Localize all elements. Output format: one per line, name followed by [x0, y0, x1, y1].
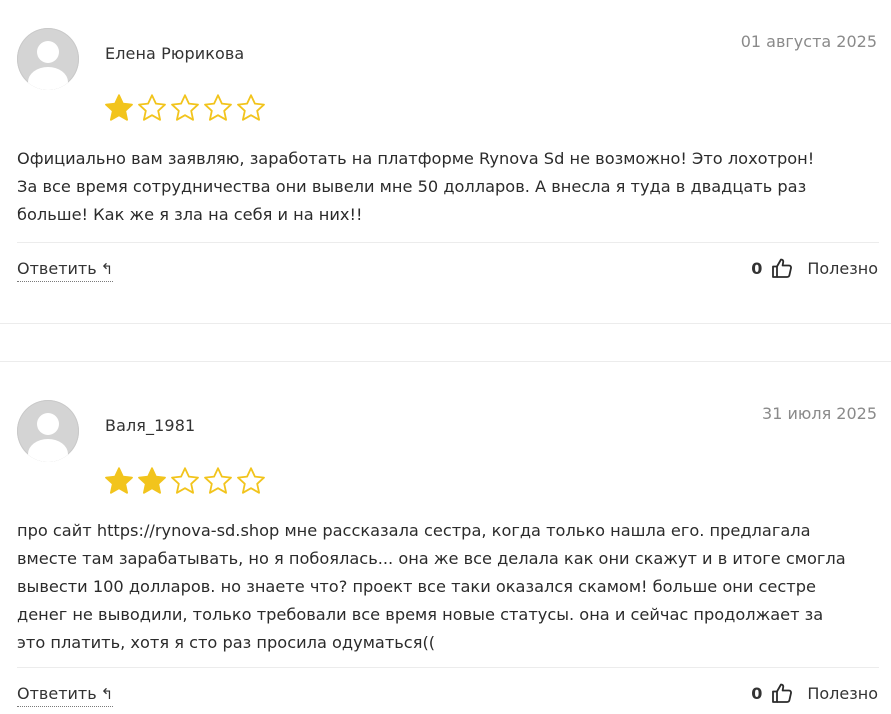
star-empty-icon: [171, 94, 199, 121]
avatar: [17, 400, 79, 462]
divider: [17, 667, 879, 668]
reply-button[interactable]: Ответить ↰: [17, 684, 114, 707]
author-name[interactable]: Валя_1981: [105, 416, 195, 435]
star-empty-icon: [237, 94, 265, 121]
star-filled-icon: [105, 94, 133, 121]
star-filled-icon: [138, 467, 166, 494]
review-text-line: это платить, хотя я сто раз просила одум…: [17, 633, 436, 652]
author-name[interactable]: Елена Рюрикова: [105, 44, 244, 63]
review-text: про сайт https://rynova-sd.shop мне расс…: [17, 517, 879, 657]
star-empty-icon: [237, 467, 265, 494]
star-empty-icon: [171, 467, 199, 494]
avatar: [17, 28, 79, 90]
thumbs-up-icon[interactable]: [770, 256, 794, 280]
star-filled-icon: [105, 467, 133, 494]
review-text: Официально вам заявляю, заработать на пл…: [17, 145, 879, 229]
star-empty-icon: [138, 94, 166, 121]
star-empty-icon: [204, 467, 232, 494]
useful-button[interactable]: Полезно: [807, 259, 878, 278]
user-placeholder-icon: [28, 413, 68, 462]
review-text-line: больше! Как же я зла на себя и на них!!: [17, 205, 363, 224]
review-card: Елена Рюрикова 01 августа 2025 Официальн…: [0, 0, 891, 323]
rating-stars: [104, 93, 266, 123]
review-text-line: Официально вам заявляю, заработать на пл…: [17, 149, 815, 168]
star-empty-icon: [204, 94, 232, 121]
review-date: 01 августа 2025: [740, 32, 877, 51]
reply-button[interactable]: Ответить ↰: [17, 259, 114, 282]
section-separator: [0, 323, 891, 324]
thumbs-up-icon[interactable]: [770, 681, 794, 705]
review-text-line: За все время сотрудничества они вывели м…: [17, 177, 807, 196]
review-text-line: вместе там зарабатывать, но я побоялась.…: [17, 549, 846, 568]
review-text-line: денег не выводили, только требовали все …: [17, 605, 824, 624]
useful-count: 0: [751, 683, 763, 703]
useful-vote: 0 Полезно: [751, 681, 878, 705]
reply-arrow-icon: ↰: [100, 685, 114, 703]
review-text-line: про сайт https://rynova-sd.shop мне расс…: [17, 521, 811, 540]
useful-vote: 0 Полезно: [751, 256, 878, 280]
review-text-line: вывести 100 долларов. но знаете что? про…: [17, 577, 816, 596]
rating-stars: [104, 466, 266, 496]
useful-button[interactable]: Полезно: [807, 684, 878, 703]
reply-label: Ответить: [17, 259, 97, 278]
review-date: 31 июля 2025: [762, 404, 877, 423]
useful-count: 0: [751, 258, 763, 278]
user-placeholder-icon: [28, 41, 68, 90]
review-card: Валя_1981 31 июля 2025 про сайт https://…: [0, 362, 891, 714]
divider: [17, 242, 879, 243]
reply-label: Ответить: [17, 684, 97, 703]
reply-arrow-icon: ↰: [100, 260, 114, 278]
